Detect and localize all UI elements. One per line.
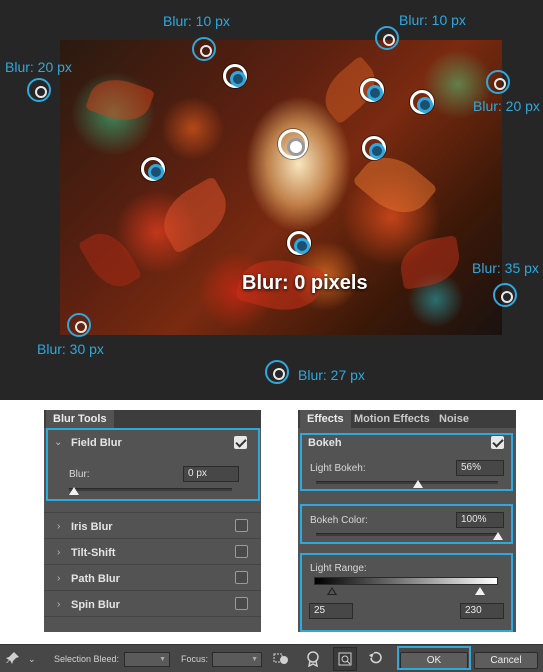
reset-icon[interactable] [366, 651, 384, 667]
light-range-high-thumb[interactable] [474, 587, 485, 595]
preview-toggle-icon [336, 651, 354, 667]
focus-label: Focus: [181, 654, 209, 664]
light-range-label: Light Range: [310, 563, 367, 574]
blur-pin[interactable] [223, 64, 247, 88]
focus-field[interactable]: ▼ [212, 652, 262, 667]
blur-pin[interactable] [27, 78, 51, 102]
preview-toggle-button[interactable] [333, 647, 357, 671]
chevron-down-icon[interactable]: ⌄ [28, 654, 36, 665]
light-range-low-thumb[interactable] [327, 587, 338, 595]
chevron-right-icon[interactable]: › [57, 521, 60, 532]
iris-blur-title[interactable]: Iris Blur [71, 521, 113, 533]
tab-effects[interactable]: Effects [300, 410, 351, 428]
blur-label: Blur: [69, 469, 90, 480]
light-range-high-input[interactable]: 230 [460, 603, 504, 619]
light-range-low-input[interactable]: 25 [309, 603, 353, 619]
selection-bleed-field[interactable]: ▼ [124, 652, 170, 667]
leaf-decoration [77, 224, 143, 296]
bokeh-checkbox[interactable] [491, 436, 504, 449]
bokeh-color-label: Bokeh Color: [310, 515, 368, 526]
blur-pin[interactable] [486, 70, 510, 94]
callout-blur-label: Blur: 35 px [472, 260, 539, 276]
blur-pin[interactable] [360, 78, 384, 102]
light-range-gradient[interactable] [314, 577, 498, 585]
bokeh-color-input[interactable]: 100% [456, 512, 504, 528]
blur-pin[interactable] [265, 360, 289, 384]
selection-bleed-label: Selection Bleed: [54, 654, 120, 664]
blur-pin[interactable] [67, 313, 91, 337]
callout-blur-label: Blur: 20 px [5, 59, 72, 75]
blur-amount-input[interactable]: 0 px [183, 466, 239, 482]
field-blur-checkbox[interactable] [234, 436, 247, 449]
blur-pin[interactable] [287, 231, 311, 255]
light-bokeh-slider-thumb[interactable] [412, 480, 423, 488]
center-blur-readout: Blur: 0 pixels [242, 272, 368, 294]
leaf-decoration [396, 235, 464, 290]
divider [44, 538, 261, 539]
pin-icon[interactable] [4, 651, 22, 667]
high-quality-icon[interactable] [304, 651, 322, 668]
chevron-right-icon[interactable]: › [57, 573, 60, 584]
leaf-decoration [84, 70, 156, 130]
callout-blur-label: Blur: 30 px [37, 341, 104, 357]
blur-slider-thumb[interactable] [69, 487, 79, 495]
blur-pin[interactable] [192, 37, 216, 61]
tilt-shift-title[interactable]: Tilt-Shift [71, 547, 115, 559]
blur-pin-selected[interactable] [278, 129, 308, 159]
tab-noise[interactable]: Noise [432, 410, 476, 428]
blur-slider[interactable] [69, 488, 232, 491]
bokeh-color-slider[interactable] [316, 533, 498, 536]
effects-panel: Effects Motion Effects Noise Bokeh Light… [298, 410, 516, 632]
blur-pin[interactable] [362, 136, 386, 160]
chevron-down-icon: ▼ [251, 656, 258, 663]
path-blur-checkbox[interactable] [235, 571, 248, 584]
path-blur-title[interactable]: Path Blur [71, 573, 120, 585]
canvas-area: Blur: 10 px Blur: 10 px Blur: 20 px Blur… [0, 0, 543, 400]
blur-pin[interactable] [375, 26, 399, 50]
bokeh-color-slider-thumb[interactable] [493, 532, 503, 540]
chevron-right-icon[interactable]: › [57, 547, 60, 558]
bokeh-title: Bokeh [308, 437, 342, 449]
blur-pin[interactable] [141, 157, 165, 181]
tilt-shift-checkbox[interactable] [235, 545, 248, 558]
blur-tools-panel: Blur Tools ⌄ Field Blur Blur: 0 px › Iri… [44, 410, 261, 632]
chevron-right-icon[interactable]: › [57, 599, 60, 610]
blur-pin[interactable] [410, 90, 434, 114]
divider [44, 512, 261, 513]
ok-button-highlight [397, 646, 471, 670]
light-bokeh-input[interactable]: 56% [456, 460, 504, 476]
callout-blur-label: Blur: 10 px [399, 12, 466, 28]
callout-blur-label: Blur: 10 px [163, 13, 230, 29]
callout-blur-label: Blur: 27 px [298, 367, 365, 383]
spin-blur-title[interactable]: Spin Blur [71, 599, 120, 611]
blur-tools-tabbar: Blur Tools [44, 410, 261, 428]
light-bokeh-slider[interactable] [316, 481, 498, 484]
divider [44, 590, 261, 591]
divider [44, 564, 261, 565]
effects-tabbar: Effects Motion Effects Noise [298, 410, 516, 428]
save-selection-icon[interactable] [272, 651, 290, 667]
chevron-down-icon[interactable]: ⌄ [54, 437, 62, 448]
blur-pin[interactable] [493, 283, 517, 307]
tab-blur-tools[interactable]: Blur Tools [46, 410, 114, 428]
field-blur-title: Field Blur [71, 437, 122, 449]
tab-motion-effects[interactable]: Motion Effects [347, 410, 437, 428]
light-bokeh-label: Light Bokeh: [310, 463, 366, 474]
leaf-decoration [152, 175, 238, 255]
chevron-down-icon: ▼ [159, 656, 166, 663]
divider [44, 616, 261, 617]
spin-blur-checkbox[interactable] [235, 597, 248, 610]
callout-blur-label: Blur: 20 px [473, 98, 540, 114]
cancel-button[interactable]: Cancel [474, 652, 538, 669]
iris-blur-checkbox[interactable] [235, 519, 248, 532]
